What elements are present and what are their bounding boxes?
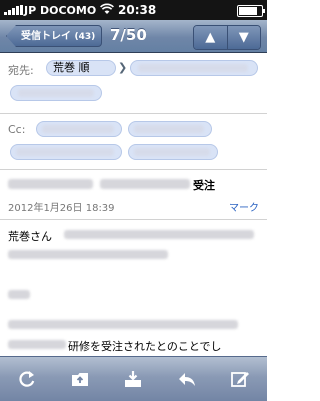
up-arrow-icon[interactable]: ▲ bbox=[194, 26, 227, 49]
reply-icon[interactable] bbox=[172, 364, 202, 394]
body-text-fragment: 研修を受注されたとのことでし bbox=[68, 340, 222, 353]
message-body: 荒巻さん 研修を受注されたとのことでし bbox=[0, 166, 267, 356]
status-bar: JP DOCOMO 20:38 bbox=[0, 0, 267, 20]
chevron-right-icon: ❯ bbox=[118, 61, 128, 74]
recipient-name: 荒巻 順 bbox=[53, 61, 90, 74]
battery-icon bbox=[237, 5, 265, 17]
redacted-text bbox=[8, 340, 66, 349]
recipient-pill[interactable]: 荒巻 順 bbox=[46, 60, 116, 76]
redacted-recipient bbox=[134, 125, 204, 133]
to-label: 宛先: bbox=[8, 64, 34, 77]
message-position-title: 7/50 bbox=[110, 26, 147, 44]
redacted-text bbox=[8, 250, 168, 259]
move-folder-icon[interactable] bbox=[65, 364, 95, 394]
status-time: 20:38 bbox=[118, 3, 157, 17]
unread-count: (43) bbox=[74, 32, 96, 42]
down-arrow-icon[interactable]: ▼ bbox=[226, 26, 260, 49]
redacted-recipient bbox=[16, 148, 114, 156]
archive-icon[interactable] bbox=[118, 364, 148, 394]
redacted-recipient bbox=[42, 125, 114, 133]
refresh-icon[interactable] bbox=[12, 364, 42, 394]
to-row: 宛先: 荒巻 順 ❯ bbox=[0, 53, 267, 114]
back-button-label: 受信トレイ bbox=[21, 31, 71, 42]
redacted-recipient bbox=[138, 64, 248, 72]
redacted-recipient bbox=[18, 89, 94, 97]
cc-row: Cc: bbox=[0, 113, 267, 170]
signal-icon bbox=[4, 5, 23, 15]
redacted-recipient bbox=[134, 148, 210, 156]
bottom-toolbar bbox=[0, 356, 267, 401]
carrier-name: JP DOCOMO bbox=[24, 4, 97, 17]
greeting: 荒巻さん bbox=[8, 230, 52, 243]
redacted-text bbox=[64, 230, 254, 239]
inbox-back-button[interactable]: 受信トレイ (43) bbox=[6, 25, 103, 47]
redacted-text bbox=[8, 320, 238, 329]
message-navigation-control: ▲ ▼ bbox=[193, 25, 261, 50]
redacted-text bbox=[8, 290, 30, 299]
compose-icon[interactable] bbox=[225, 364, 255, 394]
wifi-icon bbox=[100, 3, 114, 18]
navigation-bar: 受信トレイ (43) 7/50 ▲ ▼ bbox=[0, 20, 267, 53]
cc-label: Cc: bbox=[8, 123, 26, 136]
